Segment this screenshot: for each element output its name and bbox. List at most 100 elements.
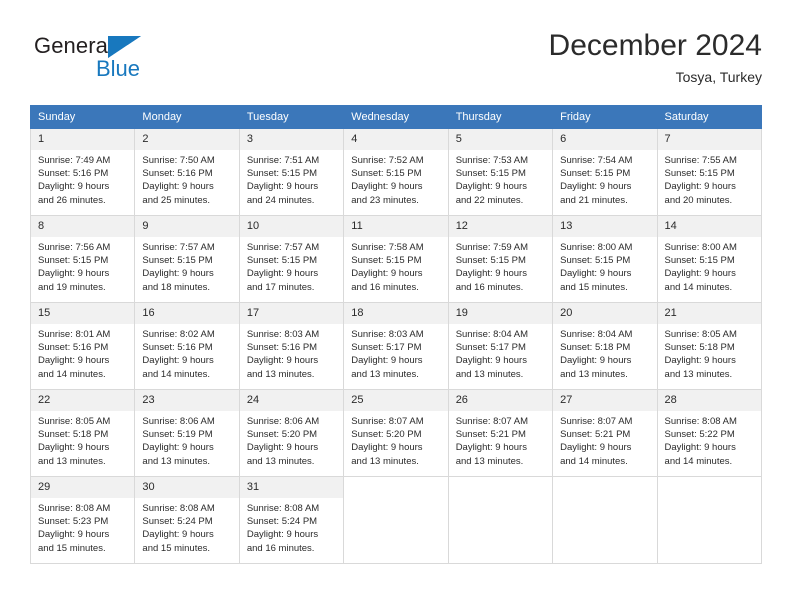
sunset-text: Sunset: 5:15 PM xyxy=(246,168,318,180)
calendar-day-cell[interactable]: 24 Sunrise: 8:06 AM Sunset: 5:20 PM Dayligh… xyxy=(238,389,345,477)
daylight-text-line2: and 13 minutes. xyxy=(664,368,733,380)
day-number: 6 xyxy=(553,129,657,150)
general-blue-logo: General Blue xyxy=(34,33,214,89)
day-details: Sunrise: 8:01 AM Sunset: 5:16 PM Daylight:… xyxy=(31,324,134,381)
sunrise-text: Sunrise: 7:56 AM xyxy=(38,242,111,253)
daylight-text-line2: and 20 minutes. xyxy=(664,194,733,206)
day-number: 3 xyxy=(239,129,344,150)
sunset-text: Sunset: 5:15 PM xyxy=(455,255,526,267)
day-details: Sunrise: 8:05 AM Sunset: 5:18 PM Daylight:… xyxy=(31,411,134,468)
day-number: 13 xyxy=(553,216,657,237)
calendar-day-cell[interactable]: 3 Sunrise: 7:51 AM Sunset: 5:15 PM Daylight… xyxy=(238,128,345,216)
daylight-text-line2: and 14 minutes. xyxy=(664,455,733,467)
calendar-day-cell[interactable]: 18 Sunrise: 8:03 AM Sunset: 5:17 PM Dayligh… xyxy=(343,302,449,390)
day-number: 23 xyxy=(135,390,239,411)
day-details: Sunrise: 7:56 AM Sunset: 5:15 PM Daylight:… xyxy=(31,237,134,294)
calendar-day-cell[interactable]: 4 Sunrise: 7:52 AM Sunset: 5:15 PM Daylight… xyxy=(343,128,449,216)
sunrise-text: Sunrise: 7:49 AM xyxy=(38,155,111,166)
sunset-text: Sunset: 5:16 PM xyxy=(142,342,213,354)
day-details: Sunrise: 8:08 AM Sunset: 5:24 PM Daylight:… xyxy=(135,498,238,555)
day-details: Sunrise: 8:07 AM Sunset: 5:20 PM Daylight:… xyxy=(344,411,447,468)
sunrise-text: Sunrise: 7:50 AM xyxy=(142,155,215,166)
day-details: Sunrise: 7:57 AM Sunset: 5:15 PM Daylight:… xyxy=(135,237,238,294)
calendar-day-cell[interactable]: 13 Sunrise: 8:00 AM Sunset: 5:15 PM Dayligh… xyxy=(552,215,658,303)
calendar-day-cell[interactable]: 20 Sunrise: 8:04 AM Sunset: 5:18 PM Dayligh… xyxy=(552,302,658,390)
sunrise-text: Sunrise: 8:08 AM xyxy=(142,503,215,514)
calendar-day-cell[interactable]: 22 Sunrise: 8:05 AM Sunset: 5:18 PM Dayligh… xyxy=(29,389,136,477)
calendar-day-cell[interactable]: 11 Sunrise: 7:58 AM Sunset: 5:15 PM Dayligh… xyxy=(343,215,449,303)
calendar-day-cell[interactable]: 31 Sunrise: 8:08 AM Sunset: 5:24 PM Dayligh… xyxy=(238,476,345,564)
calendar-day-cell[interactable]: 6 Sunrise: 7:54 AM Sunset: 5:15 PM Daylight… xyxy=(552,128,658,216)
calendar-day-cell[interactable]: 9 Sunrise: 7:57 AM Sunset: 5:15 PM Daylight… xyxy=(134,215,240,303)
calendar-day-cell-empty xyxy=(656,476,763,564)
daylight-text-line1: Daylight: 9 hours xyxy=(246,529,319,541)
sunset-text: Sunset: 5:16 PM xyxy=(38,342,109,354)
sunset-text: Sunset: 5:19 PM xyxy=(142,429,213,441)
calendar-day-cell[interactable]: 30 Sunrise: 8:08 AM Sunset: 5:24 PM Dayligh… xyxy=(134,476,240,564)
sunset-text: Sunset: 5:15 PM xyxy=(664,168,735,180)
daylight-text-line2: and 21 minutes. xyxy=(560,194,628,206)
calendar-day-cell[interactable]: 8 Sunrise: 7:56 AM Sunset: 5:15 PM Daylight… xyxy=(29,215,136,303)
calendar-week-row: 8 Sunrise: 7:56 AM Sunset: 5:15 PM Daylight… xyxy=(29,215,763,303)
day-number: 9 xyxy=(135,216,239,237)
day-details: Sunrise: 7:55 AM Sunset: 5:15 PM Daylight:… xyxy=(658,150,761,207)
day-number: 20 xyxy=(553,303,657,324)
daylight-text-line1: Daylight: 9 hours xyxy=(455,268,527,280)
calendar-day-cell[interactable]: 12 Sunrise: 7:59 AM Sunset: 5:15 PM Dayligh… xyxy=(447,215,554,303)
calendar-day-cell[interactable]: 7 Sunrise: 7:55 AM Sunset: 5:15 PM Daylight… xyxy=(656,128,763,216)
calendar-day-cell[interactable]: 29 Sunrise: 8:08 AM Sunset: 5:23 PM Dayligh… xyxy=(29,476,136,564)
sunset-text: Sunset: 5:24 PM xyxy=(246,516,318,528)
day-number: 25 xyxy=(344,390,448,411)
daylight-text-line1: Daylight: 9 hours xyxy=(664,181,736,193)
sunset-text: Sunset: 5:23 PM xyxy=(38,516,109,528)
daylight-text-line1: Daylight: 9 hours xyxy=(246,268,319,280)
calendar-day-cell[interactable]: 2 Sunrise: 7:50 AM Sunset: 5:16 PM Daylight… xyxy=(134,128,240,216)
day-number xyxy=(657,477,761,498)
calendar-day-cell[interactable]: 19 Sunrise: 8:04 AM Sunset: 5:17 PM Dayligh… xyxy=(447,302,554,390)
calendar-day-cell[interactable]: 17 Sunrise: 8:03 AM Sunset: 5:16 PM Dayligh… xyxy=(238,302,345,390)
weekday-header-monday: Monday xyxy=(134,105,240,129)
sunrise-text: Sunrise: 8:07 AM xyxy=(560,416,633,427)
calendar-day-cell[interactable]: 5 Sunrise: 7:53 AM Sunset: 5:15 PM Daylight… xyxy=(447,128,554,216)
sunrise-text: Sunrise: 8:03 AM xyxy=(351,329,424,340)
sunset-text: Sunset: 5:16 PM xyxy=(246,342,318,354)
daylight-text-line1: Daylight: 9 hours xyxy=(560,355,632,367)
calendar-day-cell[interactable]: 14 Sunrise: 8:00 AM Sunset: 5:15 PM Dayligh… xyxy=(656,215,763,303)
day-number: 30 xyxy=(135,477,239,498)
calendar-day-cell[interactable]: 23 Sunrise: 8:06 AM Sunset: 5:19 PM Dayligh… xyxy=(134,389,240,477)
sunset-text: Sunset: 5:17 PM xyxy=(455,342,526,354)
day-details: Sunrise: 8:00 AM Sunset: 5:15 PM Daylight:… xyxy=(553,237,656,294)
calendar-day-cell[interactable]: 10 Sunrise: 7:57 AM Sunset: 5:15 PM Dayligh… xyxy=(238,215,345,303)
sunset-text: Sunset: 5:24 PM xyxy=(142,516,213,528)
calendar-day-cell[interactable]: 25 Sunrise: 8:07 AM Sunset: 5:20 PM Dayligh… xyxy=(343,389,449,477)
calendar-day-cell[interactable]: 21 Sunrise: 8:05 AM Sunset: 5:18 PM Dayligh… xyxy=(656,302,763,390)
calendar-day-cell[interactable]: 26 Sunrise: 8:07 AM Sunset: 5:21 PM Dayligh… xyxy=(447,389,554,477)
calendar-day-cell[interactable]: 28 Sunrise: 8:08 AM Sunset: 5:22 PM Dayligh… xyxy=(656,389,763,477)
sunrise-text: Sunrise: 8:04 AM xyxy=(560,329,633,340)
daylight-text-line1: Daylight: 9 hours xyxy=(142,355,214,367)
sunset-text: Sunset: 5:15 PM xyxy=(351,255,422,267)
calendar-day-cell[interactable]: 16 Sunrise: 8:02 AM Sunset: 5:16 PM Dayligh… xyxy=(134,302,240,390)
sunset-text: Sunset: 5:16 PM xyxy=(38,168,109,180)
sunrise-text: Sunrise: 7:55 AM xyxy=(664,155,737,166)
day-details: Sunrise: 7:59 AM Sunset: 5:15 PM Daylight:… xyxy=(449,237,552,294)
daylight-text-line2: and 13 minutes. xyxy=(142,455,211,467)
page-subtitle: Tosya, Turkey xyxy=(675,69,762,85)
daylight-text-line2: and 14 minutes. xyxy=(560,455,628,467)
calendar-day-cell[interactable]: 1 Sunrise: 7:49 AM Sunset: 5:16 PM Daylight… xyxy=(29,128,136,216)
daylight-text-line2: and 15 minutes. xyxy=(38,542,106,554)
sunrise-text: Sunrise: 7:58 AM xyxy=(351,242,424,253)
sunset-text: Sunset: 5:15 PM xyxy=(38,255,109,267)
calendar-week-row: 15 Sunrise: 8:01 AM Sunset: 5:16 PM Dayligh… xyxy=(29,302,763,390)
day-details: Sunrise: 8:04 AM Sunset: 5:17 PM Daylight:… xyxy=(449,324,552,381)
calendar-day-cell-empty xyxy=(552,476,658,564)
calendar-day-cell[interactable]: 27 Sunrise: 8:07 AM Sunset: 5:21 PM Dayligh… xyxy=(552,389,658,477)
sunset-text: Sunset: 5:21 PM xyxy=(455,429,526,441)
daylight-text-line2: and 13 minutes. xyxy=(246,368,315,380)
calendar-day-cell[interactable]: 15 Sunrise: 8:01 AM Sunset: 5:16 PM Dayligh… xyxy=(29,302,136,390)
day-number: 22 xyxy=(31,390,135,411)
daylight-text-line2: and 22 minutes. xyxy=(455,194,524,206)
daylight-text-line1: Daylight: 9 hours xyxy=(38,529,110,541)
day-number: 15 xyxy=(31,303,135,324)
page-header: General Blue December 2024 Tosya, Turkey xyxy=(30,28,762,98)
